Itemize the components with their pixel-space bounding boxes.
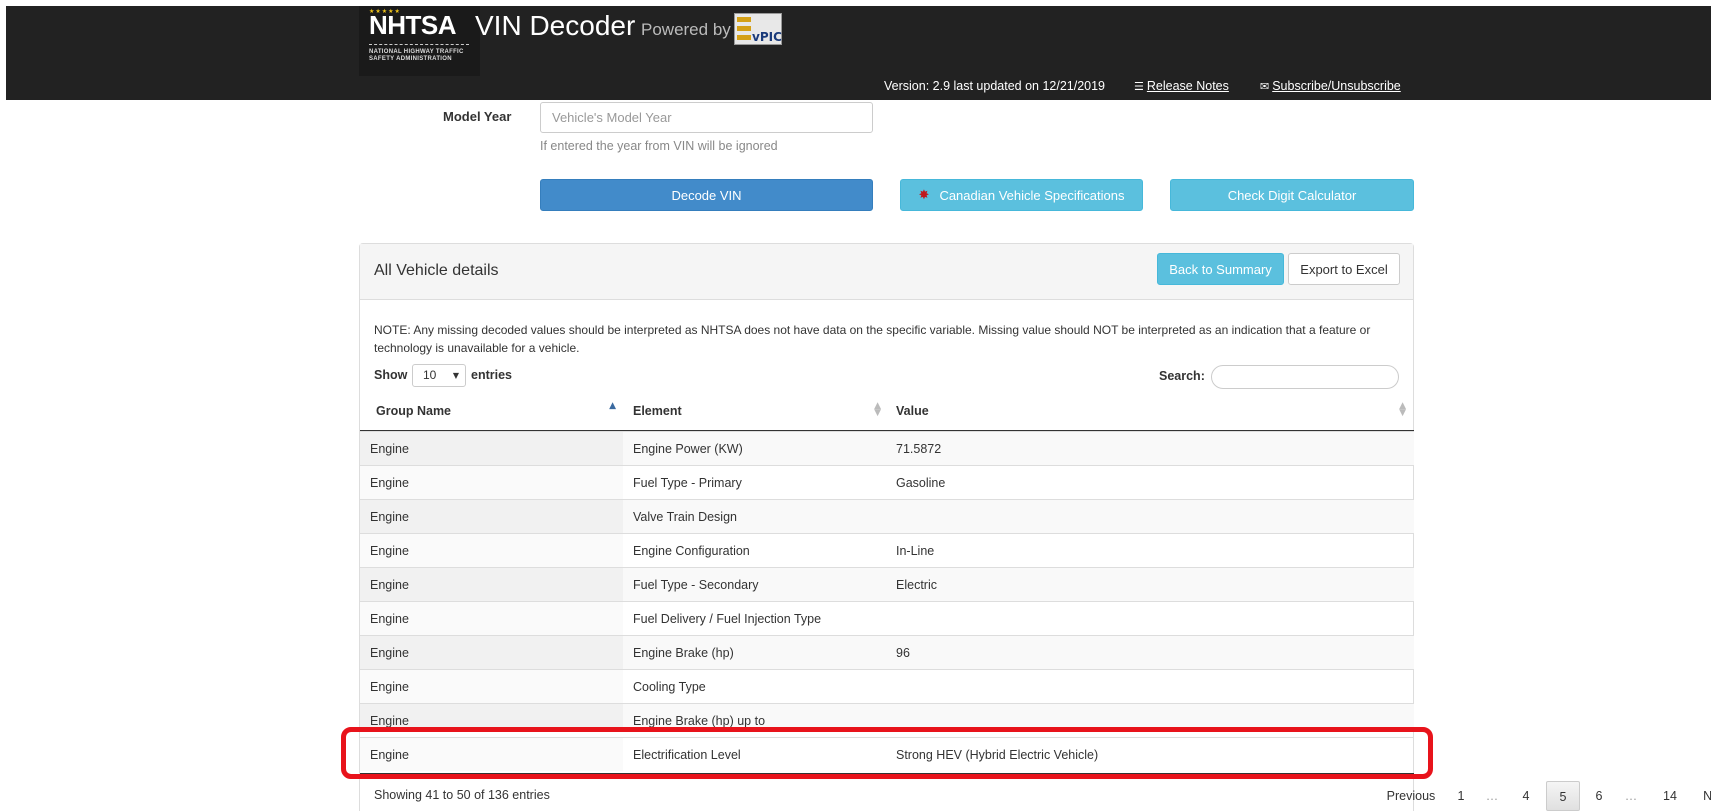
show-label: Show (374, 368, 408, 382)
maple-leaf-icon: ✸ (918, 187, 930, 203)
decode-vin-button[interactable]: Decode VIN (540, 179, 873, 211)
cell-element: Cooling Type (633, 680, 706, 694)
search-label: Search: (1159, 369, 1205, 383)
entries-select-value: 10 (423, 368, 437, 382)
cell-group: Engine (360, 534, 623, 567)
table-bottom-divider (360, 773, 1414, 774)
caret-down-icon: ▼ (452, 371, 459, 380)
cell-group: Engine (360, 636, 623, 669)
cell-group: Engine (360, 602, 623, 635)
panel-heading: All Vehicle details Back to Summary Expo… (360, 244, 1413, 300)
vpic-stripe (737, 35, 751, 40)
release-notes-label: Release Notes (1146, 79, 1229, 93)
cell-element: Electrification Level (633, 748, 741, 762)
cell-value (886, 602, 1414, 635)
vehicle-details-panel: All Vehicle details Back to Summary Expo… (359, 243, 1711, 811)
cell-group: Engine (360, 432, 623, 465)
table-row: Engine Engine Brake (hp) up to (360, 703, 1414, 727)
sort-asc-icon: ▲ (609, 401, 616, 411)
cell-value: Strong HEV (Hybrid Electric Vehicle) (896, 748, 1099, 762)
subscribe-label: Subscribe/Unsubscribe (1272, 79, 1401, 93)
cell-group: Engine (360, 466, 623, 499)
logo-subtitle: NATIONAL HIGHWAY TRAFFIC SAFETY ADMINIST… (369, 49, 464, 62)
cell-element: Fuel Delivery / Fuel Injection Type (633, 612, 822, 626)
release-notes-link[interactable]: ☰ Release Notes (1134, 79, 1229, 93)
search-input[interactable] (1211, 365, 1399, 389)
vpic-stripe (737, 17, 751, 22)
table-row: Engine Fuel Type - Secondary Electric (360, 567, 1414, 601)
app-title: VIN Decoder (475, 10, 636, 41)
cell-element: Engine Configuration (633, 544, 750, 558)
pagination-page-4[interactable]: 4 (1511, 781, 1541, 811)
table-row-electrification: Engine Electrification Level Strong HEV … (360, 737, 1414, 771)
cell-element: Fuel Type - Primary (633, 476, 742, 490)
cell-group: Engine (360, 500, 623, 533)
pagination-ellipsis: … (1624, 789, 1638, 803)
pagination-page-14[interactable]: 14 (1653, 781, 1687, 811)
table-row: Engine Engine Power (KW) 71.5872 (360, 431, 1414, 465)
cell-value: 71.5872 (896, 442, 942, 456)
cell-element: Engine Power (KW) (633, 442, 743, 456)
subscribe-link[interactable]: ✉ Subscribe/Unsubscribe (1260, 79, 1401, 93)
entries-label: entries (471, 368, 512, 382)
pagination-previous[interactable]: Previous (1383, 781, 1439, 811)
column-header-element-label: Element (633, 404, 682, 418)
version-text: Version: 2.9 last updated on 12/21/2019 (884, 79, 1106, 93)
canadian-specs-label: Canadian Vehicle Specifications (939, 187, 1125, 203)
back-to-summary-button[interactable]: Back to Summary (1157, 253, 1284, 285)
model-year-help: If entered the year from VIN will be ign… (540, 139, 778, 153)
envelope-icon: ✉ (1260, 80, 1270, 93)
missing-values-note: NOTE: Any missing decoded values should … (374, 323, 1371, 355)
entries-select[interactable]: 10 ▼ (412, 364, 466, 387)
check-digit-label: Check Digit Calculator (1227, 187, 1357, 203)
cell-group: Engine (360, 568, 623, 601)
export-excel-button[interactable]: Export to Excel (1288, 253, 1400, 285)
cell-value: In-Line (896, 544, 935, 558)
logo-brand: NHTSA (369, 10, 457, 40)
table-row: Engine Cooling Type (360, 669, 1414, 703)
table-row: Engine Engine Brake (hp) 96 (360, 635, 1414, 669)
nhtsa-logo[interactable]: ★★★★★ NHTSA NATIONAL HIGHWAY TRAFFIC SAF… (359, 6, 480, 76)
vpic-logo[interactable]: vPIC (734, 13, 782, 45)
list-icon: ☰ (1134, 80, 1144, 93)
model-year-input[interactable] (540, 102, 873, 133)
cell-value (886, 704, 1414, 727)
pagination-page-6[interactable]: 6 (1584, 781, 1614, 811)
canadian-specs-button[interactable]: ✸ Canadian Vehicle Specifications (900, 179, 1143, 211)
model-year-label: Model Year (443, 109, 512, 124)
cell-value (886, 500, 1414, 533)
table-row: Engine Engine Configuration In-Line (360, 533, 1414, 567)
site-header: ★★★★★ NHTSA NATIONAL HIGHWAY TRAFFIC SAF… (6, 6, 1711, 100)
pagination-ellipsis: … (1485, 789, 1499, 803)
cell-value: Gasoline (896, 476, 946, 490)
decode-vin-label: Decode VIN (671, 187, 742, 203)
cell-value (886, 670, 1414, 703)
cell-group: Engine (360, 670, 623, 703)
table-row: Engine Valve Train Design (360, 499, 1414, 533)
cell-group: Engine (360, 704, 623, 727)
cell-element: Fuel Type - Secondary (633, 578, 759, 592)
cell-value: Electric (896, 578, 937, 592)
pagination-next[interactable]: Next (1696, 781, 1711, 811)
table-row: Engine Fuel Delivery / Fuel Injection Ty… (360, 601, 1414, 635)
pagination-page-1[interactable]: 1 (1450, 781, 1472, 811)
logo-divider (369, 44, 469, 45)
sort-icon: ▲ ▼ (1399, 401, 1406, 418)
cell-element: Engine Brake (hp) up to (633, 714, 766, 727)
column-header-value-label: Value (896, 404, 929, 418)
sort-icon: ▲ ▼ (874, 401, 881, 418)
vpic-text: vPIC (752, 30, 782, 44)
cell-element: Valve Train Design (633, 510, 737, 524)
powered-by-label: Powered by (641, 20, 731, 39)
pagination-page-current[interactable]: 5 (1546, 781, 1580, 811)
table-row: Engine Fuel Type - Primary Gasoline (360, 465, 1414, 499)
check-digit-button[interactable]: Check Digit Calculator (1170, 179, 1414, 211)
cell-group: Engine (360, 738, 623, 771)
panel-title: All Vehicle details (374, 262, 499, 279)
table-info: Showing 41 to 50 of 136 entries (374, 788, 550, 802)
vpic-stripe (737, 26, 751, 31)
cell-value: 96 (896, 646, 910, 660)
column-header-group-label: Group Name (376, 404, 452, 418)
cell-element: Engine Brake (hp) (633, 646, 734, 660)
